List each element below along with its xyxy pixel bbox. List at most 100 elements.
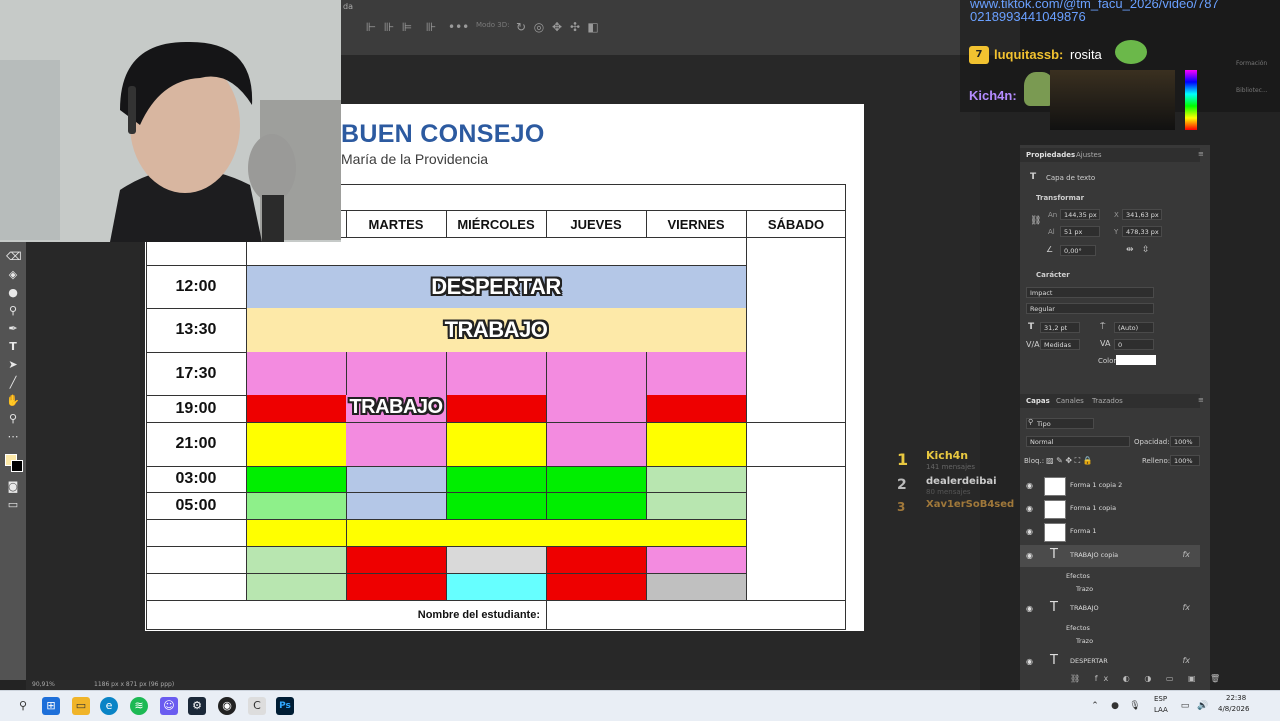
fx-icon[interactable]: fx: [1182, 656, 1190, 665]
visibility-eye-icon[interactable]: ◉: [1026, 481, 1033, 490]
spotify-icon[interactable]: ≋: [130, 697, 148, 715]
flip-vertical-icon[interactable]: ⇳: [1142, 245, 1150, 255]
search-icon[interactable]: ⚲: [14, 697, 32, 715]
visibility-eye-icon[interactable]: ◉: [1026, 604, 1033, 613]
kerning-field[interactable]: Medidas: [1040, 339, 1080, 350]
drag-3d-icon[interactable]: ✥: [550, 20, 564, 34]
eraser-tool-icon[interactable]: ⌫: [6, 250, 22, 264]
layer-forma-1-copia[interactable]: ◉ Forma 1 copia: [1020, 498, 1200, 520]
rank-3: 3: [897, 500, 906, 514]
edge-icon[interactable]: e: [100, 697, 118, 715]
tab-canales[interactable]: Canales: [1056, 397, 1084, 405]
more-icon[interactable]: •••: [448, 20, 469, 34]
volume-icon[interactable]: 🔊: [1194, 697, 1212, 715]
line-tool-icon[interactable]: ╱: [6, 376, 20, 390]
discord-icon[interactable]: ☺: [160, 697, 178, 715]
language-region[interactable]: LAA: [1154, 706, 1168, 714]
document-tab[interactable]: da: [341, 0, 423, 16]
align-center-icon[interactable]: ⊪: [382, 20, 396, 34]
angle-field[interactable]: 0,00°: [1060, 245, 1096, 256]
distribute-icon[interactable]: ⊪: [424, 20, 438, 34]
dodge-tool-icon[interactable]: ⚲: [6, 304, 20, 318]
tray-mic-icon[interactable]: 🎙: [1126, 697, 1144, 715]
language-code[interactable]: ESP: [1154, 695, 1167, 703]
panel-menu-icon[interactable]: ≡: [1198, 150, 1204, 158]
doc-info[interactable]: 1186 px x 871 px (96 ppp): [94, 681, 174, 688]
tab-trazados[interactable]: Trazados: [1092, 397, 1123, 405]
visibility-eye-icon[interactable]: ◉: [1026, 504, 1033, 513]
blend-mode-select[interactable]: Normal: [1026, 436, 1130, 447]
opacity-field[interactable]: 100%: [1170, 436, 1200, 447]
stroke-label[interactable]: Trazo: [1076, 585, 1093, 593]
blur-tool-icon[interactable]: ●: [6, 286, 20, 300]
effects-label[interactable]: Efectos: [1066, 572, 1090, 580]
clock-time[interactable]: 22:38: [1226, 694, 1246, 702]
tracking-field[interactable]: 0: [1114, 339, 1154, 350]
more-tools-icon[interactable]: ⋯: [6, 430, 20, 444]
layer-thumbnail: [1044, 523, 1066, 542]
layer-trabajo-copia[interactable]: ◉ T TRABAJO copia fx: [1020, 545, 1200, 567]
roll-3d-icon[interactable]: ◎: [532, 20, 546, 34]
leading-field[interactable]: (Auto): [1114, 322, 1154, 333]
layer-despertar[interactable]: ◉ T DESPERTAR fx: [1020, 651, 1200, 673]
font-style-select[interactable]: Regular: [1026, 303, 1154, 314]
flip-horizontal-icon[interactable]: ⇹: [1126, 245, 1134, 255]
layer-trabajo[interactable]: ◉ T TRABAJO fx: [1020, 598, 1200, 620]
tray-chevron-icon[interactable]: ⌃: [1086, 697, 1104, 715]
fx-icon[interactable]: fx: [1182, 603, 1190, 612]
visibility-eye-icon[interactable]: ◉: [1026, 551, 1033, 560]
height-field[interactable]: 51 px: [1060, 226, 1100, 237]
layer-name: Forma 1 copia 2: [1070, 481, 1123, 489]
effects-label[interactable]: Efectos: [1066, 624, 1090, 632]
text-color-swatch[interactable]: [1116, 355, 1156, 365]
camera-3d-icon[interactable]: ◧: [586, 20, 600, 34]
file-explorer-icon[interactable]: ▭: [72, 697, 90, 715]
width-field[interactable]: 144,35 px: [1060, 209, 1100, 220]
steam-icon[interactable]: ⚙: [188, 697, 206, 715]
quick-mask-icon[interactable]: ◙: [6, 480, 20, 494]
background-color-swatch[interactable]: [11, 460, 23, 472]
y-field[interactable]: 478,33 px: [1122, 226, 1162, 237]
align-right-icon[interactable]: ⊫: [400, 20, 414, 34]
zoom-level[interactable]: 90,91%: [32, 681, 55, 688]
fx-icon[interactable]: fx: [1182, 550, 1190, 559]
tab-ajustes[interactable]: Ajustes: [1076, 151, 1102, 159]
hue-slider[interactable]: [1185, 70, 1197, 130]
layer-forma-1[interactable]: ◉ Forma 1: [1020, 521, 1200, 543]
rotate-3d-icon[interactable]: ↻: [514, 20, 528, 34]
type-tool-icon[interactable]: T: [6, 340, 20, 354]
clock-date[interactable]: 4/8/2026: [1218, 705, 1249, 713]
link-dimensions-icon[interactable]: ⛓: [1030, 216, 1041, 226]
photoshop-icon[interactable]: Ps: [276, 697, 294, 715]
app-icon[interactable]: C: [248, 697, 266, 715]
font-size-field[interactable]: 31,2 pt: [1040, 322, 1080, 333]
zoom-tool-icon[interactable]: ⚲: [6, 412, 20, 426]
slide-3d-icon[interactable]: ✣: [568, 20, 582, 34]
align-left-icon[interactable]: ⊩: [364, 20, 378, 34]
font-family-select[interactable]: Impact: [1026, 287, 1154, 298]
tray-app-icon[interactable]: ●: [1106, 697, 1124, 715]
path-select-icon[interactable]: ➤: [6, 358, 20, 372]
pen-tool-icon[interactable]: ✒: [6, 322, 20, 336]
tab-propiedades[interactable]: Propiedades: [1026, 151, 1075, 159]
screen-mode-icon[interactable]: ▭: [6, 498, 20, 512]
visibility-eye-icon[interactable]: ◉: [1026, 657, 1033, 666]
lock-icons[interactable]: ▨ ✎ ✥ ⛶ 🔒: [1046, 456, 1093, 466]
layer-forma-1-copia-2[interactable]: ◉ Forma 1 copia 2: [1020, 475, 1200, 497]
visibility-eye-icon[interactable]: ◉: [1026, 527, 1033, 536]
color-label: Color: [1098, 357, 1117, 365]
obs-icon[interactable]: ◉: [218, 697, 236, 715]
layer-filter-select[interactable]: Tipo: [1026, 418, 1094, 429]
tab-capas[interactable]: Capas: [1026, 397, 1050, 405]
layers-menu-icon[interactable]: ≡: [1198, 396, 1204, 404]
x-field[interactable]: 341,63 px: [1122, 209, 1162, 220]
network-icon[interactable]: ▭: [1176, 697, 1194, 715]
hand-tool-icon[interactable]: ✋: [6, 394, 20, 408]
paint-bucket-icon[interactable]: ◈: [6, 268, 20, 282]
color-picker-field[interactable]: [1050, 70, 1175, 130]
stroke-label[interactable]: Trazo: [1076, 637, 1093, 645]
fill-field[interactable]: 100%: [1170, 455, 1200, 466]
layers-bottom-icons[interactable]: ⛓ fx ◐ ◑ ▭ ▣ 🗑: [1070, 674, 1226, 683]
layer-thumbnail: [1044, 477, 1066, 496]
windows-start-icon[interactable]: ⊞: [42, 697, 60, 715]
